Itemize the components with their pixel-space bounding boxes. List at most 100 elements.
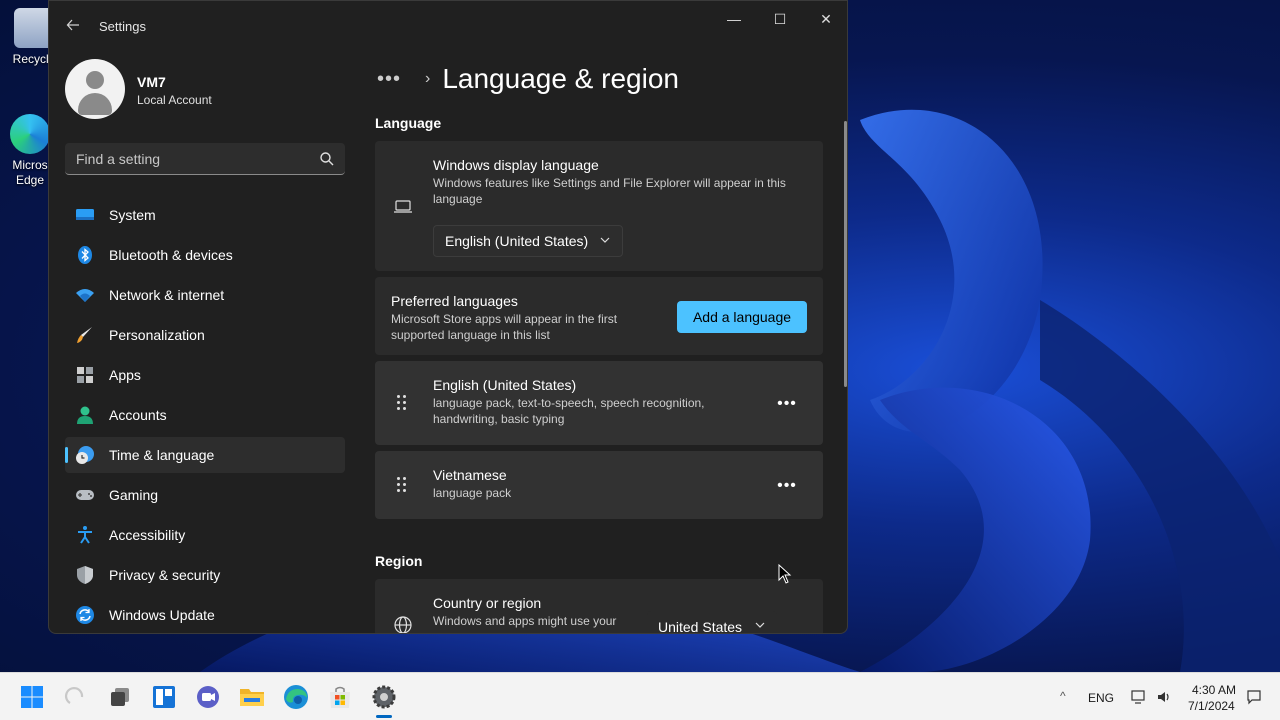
brush-icon	[75, 325, 95, 345]
sidebar-item-time-language[interactable]: Time & language	[65, 437, 345, 473]
close-button[interactable]: ✕	[803, 7, 847, 31]
country-region-card: Country or region Windows and apps might…	[375, 579, 823, 634]
maximize-button[interactable]: ☐	[757, 7, 803, 31]
user-profile[interactable]: VM7 Local Account	[65, 59, 345, 119]
section-heading-language: Language	[375, 115, 442, 131]
tray-chevron-up-icon[interactable]: ^	[1060, 689, 1066, 703]
language-item-english[interactable]: English (United States) language pack, t…	[375, 361, 823, 445]
back-button[interactable]	[63, 15, 83, 35]
arrow-left-icon	[66, 19, 79, 31]
globe-icon	[394, 616, 412, 633]
chat-icon	[197, 686, 219, 708]
sidebar-item-label: Network & internet	[109, 287, 225, 303]
clock-date[interactable]: 7/1/2024	[1188, 699, 1235, 713]
search-box	[65, 143, 345, 175]
drag-handle-icon[interactable]	[397, 395, 409, 413]
notification-icon[interactable]	[1246, 689, 1262, 705]
country-region-dropdown[interactable]: United States	[647, 611, 777, 634]
chat-button[interactable]	[194, 683, 222, 711]
sidebar-item-label: Accessibility	[109, 527, 186, 543]
widgets-icon	[153, 686, 175, 708]
apps-icon	[75, 365, 95, 385]
sidebar-item-label: Accounts	[109, 407, 167, 423]
store-button[interactable]	[326, 683, 354, 711]
app-title: Settings	[99, 19, 146, 34]
title-bar[interactable]: Settings — ☐ ✕	[49, 1, 847, 49]
clock-time[interactable]: 4:30 AM	[1192, 683, 1236, 697]
settings-window: Settings — ☐ ✕ VM7 Local Account System	[48, 0, 848, 634]
display-language-dropdown[interactable]: English (United States)	[433, 225, 623, 257]
more-options-button[interactable]: •••	[773, 396, 801, 417]
search-input[interactable]	[65, 143, 345, 174]
sidebar-item-gaming[interactable]: Gaming	[65, 477, 345, 513]
breadcrumb-more-button[interactable]: •••	[377, 68, 407, 91]
dropdown-value: United States	[658, 619, 743, 634]
chevron-down-icon	[755, 622, 765, 628]
add-language-button[interactable]: Add a language	[677, 301, 807, 333]
sidebar-item-bluetooth[interactable]: Bluetooth & devices	[65, 237, 345, 273]
profile-name: VM7	[137, 74, 166, 90]
sidebar-item-network[interactable]: Network & internet	[65, 277, 345, 313]
sidebar-item-personalization[interactable]: Personalization	[65, 317, 345, 353]
display-language-description: Windows features like Settings and File …	[433, 176, 786, 206]
dropdown-value: English (United States)	[445, 233, 589, 249]
preferred-languages-description: Microsoft Store apps will appear in the …	[391, 312, 618, 342]
country-region-description: Windows and apps might use your	[433, 614, 617, 628]
wifi-icon	[75, 285, 95, 305]
language-indicator[interactable]: ENG	[1088, 691, 1114, 705]
avatar	[65, 59, 125, 119]
display-language-title: Windows display language	[433, 157, 599, 173]
settings-taskbar-button[interactable]	[370, 683, 398, 711]
sidebar-item-label: System	[109, 207, 156, 223]
language-name: English (United States)	[433, 377, 577, 393]
accessibility-icon	[75, 525, 95, 545]
content-area[interactable]: Language Windows display language Window…	[375, 105, 847, 634]
sidebar-item-label: Gaming	[109, 487, 159, 503]
sidebar-item-accounts[interactable]: Accounts	[65, 397, 345, 433]
drag-handle-icon[interactable]	[397, 477, 409, 495]
section-heading-region: Region	[375, 553, 423, 569]
display-language-card: Windows display language Windows feature…	[375, 141, 823, 271]
start-button[interactable]	[18, 683, 46, 711]
laptop-icon	[394, 200, 412, 213]
task-view-button[interactable]	[106, 683, 134, 711]
taskbar: ^ ENG 4:30 AM 7/1/2024	[0, 672, 1280, 720]
bluetooth-icon	[75, 245, 95, 265]
sidebar-item-windows-update[interactable]: Windows Update	[65, 597, 345, 633]
edge-button[interactable]	[282, 683, 310, 711]
edge-icon	[10, 114, 50, 154]
store-icon	[330, 686, 350, 708]
sidebar-nav: System Bluetooth & devices Network & int…	[65, 197, 345, 633]
sidebar-item-label: Time & language	[109, 447, 215, 463]
profile-account-type: Local Account	[137, 93, 212, 107]
sidebar-item-system[interactable]: System	[65, 197, 345, 233]
language-features: language pack	[433, 486, 512, 500]
task-view-icon	[111, 688, 129, 706]
update-icon	[75, 605, 95, 625]
edge-icon	[284, 685, 308, 709]
page-title: Language & region	[442, 63, 679, 94]
settings-icon	[372, 685, 396, 709]
scrollbar[interactable]	[844, 121, 847, 387]
language-item-vietnamese[interactable]: Vietnamese language pack •••	[375, 451, 823, 519]
widgets-button[interactable]	[150, 683, 178, 711]
sidebar-item-accessibility[interactable]: Accessibility	[65, 517, 345, 553]
sidebar-item-apps[interactable]: Apps	[65, 357, 345, 393]
sidebar-item-label: Personalization	[109, 327, 205, 343]
search-icon[interactable]	[319, 151, 335, 167]
sidebar-item-privacy[interactable]: Privacy & security	[65, 557, 345, 593]
sidebar-item-label: Bluetooth & devices	[109, 247, 233, 263]
sidebar-item-label: Windows Update	[109, 607, 215, 623]
more-options-button[interactable]: •••	[773, 478, 801, 499]
volume-icon[interactable]	[1156, 689, 1172, 705]
system-icon	[75, 205, 95, 225]
sidebar-item-label: Privacy & security	[109, 567, 221, 583]
search-icon	[64, 687, 84, 704]
preferred-languages-title: Preferred languages	[391, 293, 518, 309]
file-explorer-button[interactable]	[238, 683, 266, 711]
preferred-languages-card: Preferred languages Microsoft Store apps…	[375, 277, 823, 355]
sidebar-item-label: Apps	[109, 367, 141, 383]
minimize-button[interactable]: —	[711, 7, 757, 31]
search-taskbar-button[interactable]	[62, 683, 90, 711]
network-icon[interactable]	[1130, 689, 1146, 705]
